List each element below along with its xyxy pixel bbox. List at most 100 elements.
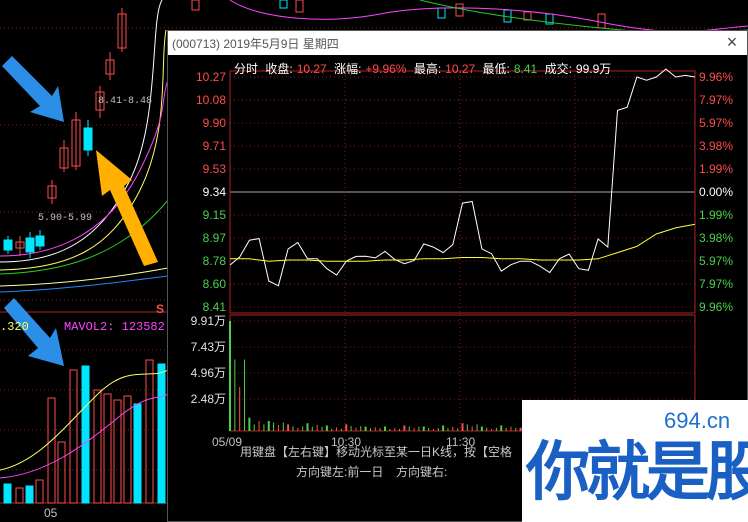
date-label-05: 05 [44, 506, 58, 520]
candle-body [455, 3, 464, 17]
volume-bar [325, 425, 328, 431]
candle-body [597, 13, 606, 29]
volume-axis-label: 4.96万 [191, 366, 226, 380]
ma-line-blue [0, 275, 169, 293]
volume-bar [47, 397, 56, 504]
low-value: 8.41 [513, 62, 538, 76]
candle-body [279, 0, 288, 9]
price-axis-label: 10.27 [196, 70, 226, 84]
volume-bar [282, 422, 284, 431]
arrow-orange-icon [96, 150, 158, 266]
volume-bar [510, 426, 512, 431]
volume-bar [360, 426, 362, 431]
quote-info-bar: 分时 收盘: 10.27 涨幅: +9.96% 最高: 10.27 最低: 8.41 成… [234, 60, 615, 77]
volume-bar [69, 369, 78, 504]
candle-body [437, 7, 446, 19]
volume-bar [413, 427, 415, 431]
keyboard-hint-line1: 用键盘【左右键】移动光标至某一日K线，按【空格 [240, 445, 513, 459]
volume-bar [432, 429, 434, 431]
volume-bar [340, 428, 342, 431]
volume-bar [389, 429, 391, 431]
volume-bar [297, 428, 299, 431]
volume-bar [379, 428, 381, 431]
volume-bar [258, 421, 260, 431]
price-series-line [229, 68, 696, 287]
sell-marker: S [156, 302, 165, 316]
volume-bar [422, 426, 425, 431]
pct-axis-label: 9.96% [699, 300, 733, 314]
pct-axis-label: 5.97% [699, 254, 733, 268]
volume-bar [452, 426, 454, 431]
pct-axis-label: 1.99% [699, 208, 733, 222]
watermark-site: 694.cn [664, 408, 731, 433]
volume-bar [384, 426, 386, 431]
volume-bar [345, 424, 348, 431]
volume-bar [133, 403, 142, 504]
volume-bar [15, 487, 24, 504]
price-axis-label: 9.15 [203, 208, 227, 222]
price-axis-label: 9.71 [203, 139, 227, 153]
volume-bar [81, 365, 90, 504]
volume-bar [292, 426, 294, 431]
volume-axis-label: 2.48万 [191, 392, 226, 406]
price-axis-label: 8.97 [203, 231, 227, 245]
volume-axis-label: 9.91万 [191, 314, 226, 328]
tab-timeshare[interactable]: 分时 [234, 62, 258, 76]
volume-bar [244, 359, 246, 431]
avg-series-line [230, 223, 696, 262]
volume-bar [273, 422, 275, 431]
volume-bar [35, 479, 44, 504]
volume-axis-label: 7.43万 [191, 340, 226, 354]
arrow-blue-1-icon [2, 56, 64, 122]
keyboard-hint-left: 方向键左:前一日 [296, 465, 384, 479]
change-label: 涨幅: [334, 62, 362, 76]
volume-bar [103, 393, 112, 504]
volume-bar [471, 426, 473, 431]
volume-bar [263, 424, 265, 431]
volume-bar [394, 427, 396, 431]
pct-axis-label: 3.98% [699, 139, 733, 153]
volume-bar [457, 428, 459, 431]
price-axis-label: 8.60 [203, 277, 227, 291]
candle-body [3, 239, 13, 251]
close-label: 收盘: [265, 62, 293, 76]
volume-bar [505, 427, 507, 431]
ma-line-pale [0, 267, 169, 287]
volume-bar [491, 429, 493, 431]
pct-axis-label: 0.00% [699, 185, 733, 199]
volume-bar [355, 427, 357, 431]
price-axis-label: 9.90 [203, 116, 227, 130]
volume-bar [476, 424, 478, 431]
volume-bar [428, 428, 430, 431]
volume-bar [234, 359, 236, 431]
volume-bar [369, 428, 371, 431]
pct-axis-label: 9.96% [699, 70, 733, 84]
pct-axis-label: 7.97% [699, 93, 733, 107]
volume-bar [480, 426, 483, 431]
pct-axis-label: 1.99% [699, 162, 733, 176]
volume-bar [364, 426, 367, 431]
volume-bar [25, 485, 34, 504]
pct-axis-label: 7.97% [699, 277, 733, 291]
kline-price-label-2: 5.90-5.99 [38, 213, 93, 224]
volume-indicator-text: .320 MAVOL2: 123582.680 [0, 320, 194, 334]
volume-bar [515, 427, 517, 431]
volume-bar [311, 426, 313, 431]
time-axis-label: 05/09 [212, 435, 242, 449]
volume-bar [57, 441, 66, 504]
volume-bar [399, 429, 401, 431]
volume-bar [336, 427, 338, 431]
volume-bar [466, 424, 468, 431]
volume-bar [277, 425, 279, 431]
volume-bar [447, 428, 449, 431]
volume-bar [500, 425, 503, 431]
candle-body [25, 237, 35, 253]
volume-bar [157, 363, 166, 504]
pct-axis-label: 5.97% [699, 116, 733, 130]
price-axis-label: 9.53 [203, 162, 227, 176]
volume-bar [403, 425, 406, 431]
volume-bar [442, 425, 445, 431]
keyboard-hint-right: 方向键右: [396, 465, 448, 479]
high-label: 最高: [413, 62, 442, 76]
volume-bar [408, 426, 410, 431]
